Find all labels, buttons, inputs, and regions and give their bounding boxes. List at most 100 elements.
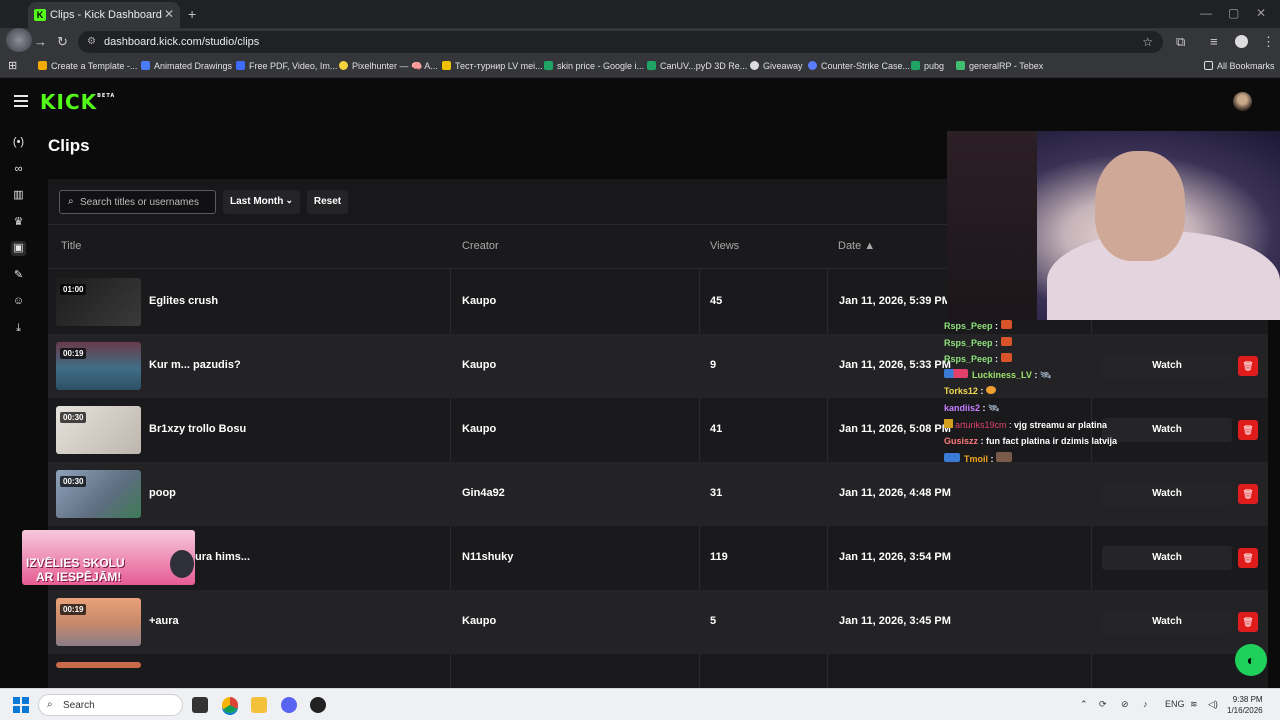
task-view-icon[interactable] — [192, 697, 208, 713]
column-creator[interactable]: Creator — [462, 240, 499, 252]
hamburger-menu-icon[interactable] — [14, 95, 28, 107]
window-close-icon[interactable]: ✕ — [1256, 6, 1266, 20]
bookmark-item[interactable]: Pixelhunter — 🧠 A... — [339, 61, 438, 72]
stream-icon[interactable]: (•) — [11, 135, 26, 150]
delete-trash-icon[interactable]: 🗑 — [1238, 484, 1258, 504]
clock[interactable]: 9:38 PM 1/16/2026 — [1227, 694, 1263, 716]
trophy-icon[interactable]: ♛ — [11, 215, 26, 230]
network-sync-icon[interactable]: ⟳ — [1099, 699, 1107, 710]
beta-badge: BETA — [97, 93, 116, 99]
clip-thumbnail[interactable]: 00:19 — [56, 342, 141, 390]
obs-icon[interactable] — [310, 697, 326, 713]
table-row[interactable]: 00:30 Br1xzy trollo Bosu Kaupo 41 Jan 11… — [48, 398, 1268, 462]
profile-icon[interactable] — [1235, 35, 1248, 48]
promo-banner[interactable]: IZVĒLIES SKOLU AR IESPĒJĀM! — [22, 530, 195, 585]
bookmark-item[interactable]: generalRP - Tebex — [956, 61, 1043, 71]
column-title[interactable]: Title — [61, 240, 81, 252]
clip-thumbnail[interactable]: 01:00 — [56, 278, 141, 326]
clips-icon[interactable]: ▣ — [11, 241, 26, 256]
url-text: dashboard.kick.com/studio/clips — [104, 36, 260, 48]
kick-logo[interactable]: KICKBETA — [40, 90, 115, 114]
delete-trash-icon[interactable]: 🗑 — [1238, 420, 1258, 440]
bookmark-icon — [808, 61, 817, 70]
media-icon[interactable]: ≡ — [1210, 34, 1218, 49]
address-bar[interactable]: ⚙ dashboard.kick.com/studio/clips ☆ — [78, 31, 1163, 53]
watch-button[interactable]: Watch — [1102, 482, 1232, 506]
chat-message: kandiis2 : 🛰 — [944, 403, 999, 414]
search-input[interactable] — [80, 194, 210, 210]
wifi-icon[interactable]: ≋ — [1190, 699, 1198, 710]
watch-button[interactable]: Watch — [1102, 610, 1232, 634]
windows-start-icon[interactable] — [13, 697, 29, 713]
bookmark-item[interactable]: Тест-турнир LV mei... — [442, 61, 543, 71]
clip-creator[interactable]: Kaupo — [462, 295, 496, 307]
column-date[interactable]: Date ▲ — [838, 240, 875, 252]
table-row[interactable]: 00:30 poop Gin4a92 31 Jan 11, 2026, 4:48… — [48, 462, 1268, 526]
bookmark-item[interactable]: Counter-Strike Case... — [808, 61, 910, 71]
wrench-icon[interactable]: ✎ — [11, 268, 26, 283]
watch-button[interactable]: Watch — [1102, 546, 1232, 570]
taskbar-search[interactable]: ⌕ Search — [38, 694, 183, 716]
bookmark-item[interactable]: skin price - Google i... — [544, 61, 644, 71]
bookmark-item[interactable]: Giveaway — [750, 61, 803, 71]
delete-trash-icon[interactable]: 🗑 — [1238, 612, 1258, 632]
site-info-icon[interactable]: ⚙ — [87, 36, 96, 47]
bookmark-item[interactable]: Animated Drawings — [141, 61, 232, 71]
discord-icon[interactable] — [281, 697, 297, 713]
bookmark-item[interactable]: CanUV...pyD 3D Re... — [647, 61, 747, 71]
link-icon[interactable]: ∞ — [11, 162, 26, 177]
table-row[interactable]: ura hims... N11shuky 119 Jan 11, 2026, 3… — [48, 526, 1268, 590]
volume-icon[interactable]: ◁) — [1208, 699, 1218, 710]
column-views[interactable]: Views — [710, 240, 739, 252]
chat-message: Torks12 : — [944, 386, 996, 396]
new-tab-button[interactable]: + — [188, 6, 196, 22]
bookmark-item[interactable]: Create a Template -... — [38, 61, 137, 71]
bookmark-item[interactable]: Free PDF, Video, Im... — [236, 61, 337, 71]
language-indicator[interactable]: ENG — [1165, 699, 1185, 709]
clip-creator[interactable]: Gin4a92 — [462, 487, 505, 499]
camera-off-icon[interactable]: ⊘ — [1121, 699, 1129, 710]
maximize-icon[interactable]: ▢ — [1228, 6, 1239, 20]
clip-thumbnail[interactable] — [56, 662, 141, 668]
file-explorer-icon[interactable] — [251, 697, 267, 713]
clip-thumbnail[interactable]: 00:30 — [56, 470, 141, 518]
microphone-icon[interactable]: ♪ — [1143, 699, 1148, 709]
user-avatar[interactable] — [1233, 92, 1252, 111]
delete-trash-icon[interactable]: 🗑 — [1238, 356, 1258, 376]
analytics-icon[interactable]: ▥ — [11, 188, 26, 203]
table-row[interactable] — [48, 654, 1268, 668]
reload-icon[interactable]: ↻ — [57, 34, 68, 50]
download-icon[interactable]: ⤓ — [11, 321, 26, 336]
browser-tab[interactable]: K Clips - Kick Dashboard ✕ — [28, 2, 180, 28]
watch-button[interactable]: Watch — [1102, 354, 1232, 378]
tray-expand-icon[interactable]: ⌃ — [1080, 699, 1088, 710]
all-bookmarks[interactable]: All Bookmarks — [1204, 61, 1275, 71]
period-dropdown[interactable]: Last Month ⌄ — [223, 190, 300, 214]
tab-close-icon[interactable]: ✕ — [164, 7, 174, 21]
menu-dots-icon[interactable]: ⋮ — [1262, 34, 1275, 50]
forward-icon[interactable]: → — [34, 34, 47, 49]
clip-duration: 01:00 — [60, 284, 87, 295]
table-row[interactable]: 00:19 +aura Kaupo 5 Jan 11, 2026, 3:45 P… — [48, 590, 1268, 654]
clock-date: 1/16/2026 — [1227, 706, 1263, 715]
extensions-icon[interactable]: ⧉ — [1176, 34, 1185, 50]
reset-button[interactable]: Reset — [307, 190, 348, 214]
table-row[interactable]: 00:19 Kur m... pazudis? Kaupo 9 Jan 11, … — [48, 334, 1268, 398]
support-chat-icon[interactable]: ◐ — [1235, 644, 1267, 676]
delete-trash-icon[interactable]: 🗑 — [1238, 548, 1258, 568]
tab-title: Clips - Kick Dashboard — [50, 9, 162, 21]
clip-creator[interactable]: Kaupo — [462, 615, 496, 627]
search-field[interactable]: ⌕ — [59, 190, 216, 214]
bookmark-star-icon[interactable]: ☆ — [1142, 35, 1153, 49]
clip-creator[interactable]: Kaupo — [462, 423, 496, 435]
bookmark-item[interactable]: pubg — [911, 61, 944, 71]
community-icon[interactable]: ☺ — [11, 294, 26, 309]
clip-thumbnail[interactable]: 00:19 — [56, 598, 141, 646]
clip-creator[interactable]: Kaupo — [462, 359, 496, 371]
watch-button[interactable]: Watch — [1102, 418, 1232, 442]
apps-grid-icon[interactable]: ⊞ — [8, 59, 17, 72]
clip-thumbnail[interactable]: 00:30 — [56, 406, 141, 454]
clip-creator[interactable]: N11shuky — [462, 551, 513, 563]
chrome-icon[interactable] — [222, 697, 238, 713]
minimize-icon[interactable]: — — [1200, 6, 1212, 20]
